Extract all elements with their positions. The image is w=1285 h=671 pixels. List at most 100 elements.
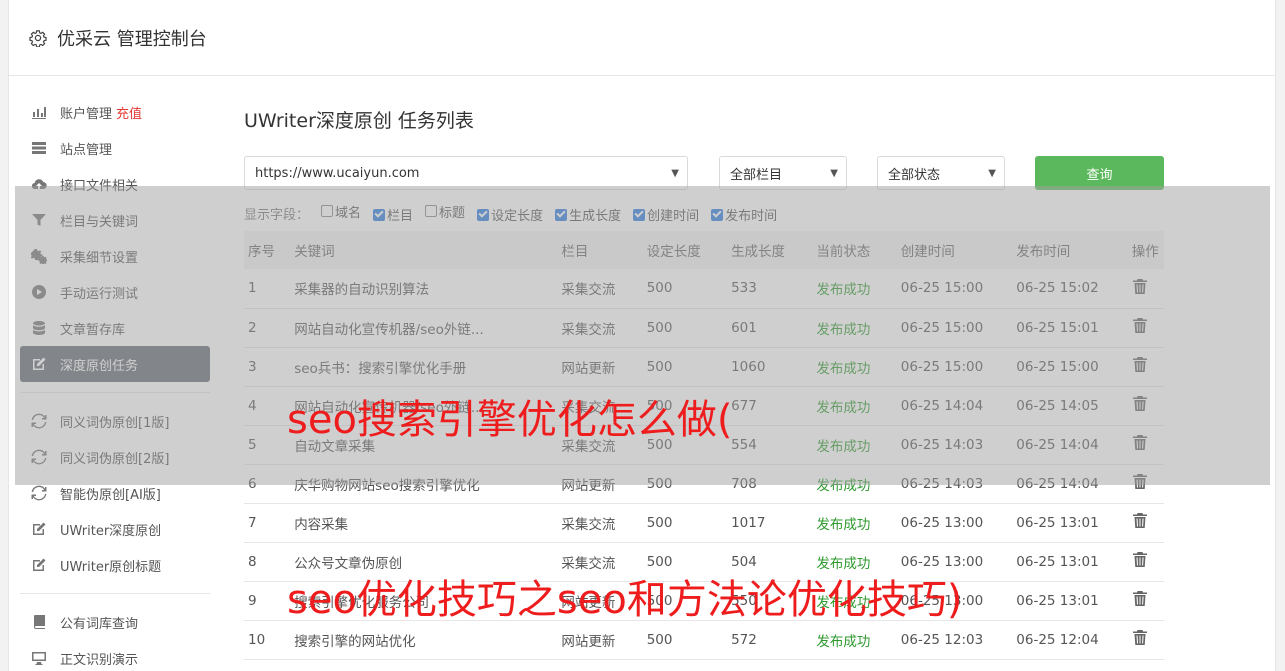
trash-icon[interactable]	[1132, 356, 1148, 373]
checkbox-box[interactable]	[373, 208, 386, 221]
trash-icon[interactable]	[1132, 551, 1148, 568]
row-index: 8	[248, 553, 257, 570]
checkbox-box[interactable]	[555, 208, 568, 221]
row-published: 06-25 14:04	[1016, 475, 1099, 492]
row-actions	[1128, 347, 1164, 386]
trash-icon[interactable]	[1132, 629, 1148, 646]
sidebar-item[interactable]: 账户管理 充值	[20, 94, 210, 130]
trash-icon[interactable]	[1132, 317, 1148, 334]
play-circle-icon	[30, 283, 48, 301]
sidebar-item[interactable]: UWriter原创标题	[20, 547, 210, 583]
sidebar-item[interactable]: 接口文件相关	[20, 166, 210, 202]
field-checkbox[interactable]: 栏目	[373, 205, 413, 224]
sidebar-item-label: 智能伪原创[AI版]	[60, 487, 161, 503]
sidebar-item[interactable]: 公有词库查询	[20, 604, 210, 640]
sidebar-item-label: 深度原创任务	[60, 358, 139, 374]
row-gen-length: 677	[731, 397, 757, 414]
row-index: 4	[248, 397, 257, 414]
bar-chart-icon	[30, 103, 48, 121]
row-index: 7	[248, 514, 257, 531]
checkbox-box[interactable]	[711, 208, 724, 221]
row-keyword[interactable]: 采集器的自动识别算法	[290, 269, 557, 308]
row-index: 9	[248, 592, 257, 609]
sidebar-item-label: 账户管理	[60, 106, 113, 122]
filter-icon	[30, 211, 48, 229]
row-actions	[1128, 386, 1164, 425]
cloud-upload-icon	[30, 175, 48, 193]
row-status: 发布成功	[816, 633, 871, 650]
sidebar-item[interactable]: 同义词伪原创[1版]	[20, 403, 210, 439]
chevron-down-icon: ▼	[988, 167, 996, 179]
trash-icon[interactable]	[1132, 395, 1148, 412]
query-button[interactable]: 查询	[1035, 156, 1164, 190]
trash-icon[interactable]	[1132, 590, 1148, 607]
field-checkbox[interactable]: 设定长度	[477, 205, 543, 224]
chevron-down-icon: ▼	[671, 167, 679, 179]
sidebar-item[interactable]: 深度原创任务	[20, 346, 210, 382]
monitor-icon	[30, 649, 48, 667]
status-select[interactable]: 全部状态 ▼	[877, 156, 1005, 190]
field-checkbox[interactable]: 域名	[321, 202, 361, 221]
row-keyword[interactable]: 庆华购物网站seo搜索引擎优化	[290, 464, 557, 503]
field-checkbox[interactable]: 标题	[425, 202, 465, 221]
row-created: 06-25 15:00	[900, 280, 984, 297]
checkbox-box[interactable]	[321, 205, 334, 218]
row-keyword[interactable]: 内容采集	[290, 503, 557, 542]
column-header: 操作	[1131, 244, 1159, 260]
display-fields: 显示字段： 域名 栏目 标题 设定长度 生成长度 创建时间 发布时间	[244, 202, 1164, 224]
site-select[interactable]: https://www.ucaiyun.com ▼	[244, 156, 688, 190]
checkbox-box[interactable]	[425, 205, 438, 218]
field-checkbox-label: 域名	[335, 205, 362, 221]
edit-icon	[30, 556, 48, 574]
column-select[interactable]: 全部栏目 ▼	[719, 156, 847, 190]
field-checkbox[interactable]: 发布时间	[711, 205, 777, 224]
sidebar-item[interactable]: 同义词伪原创[2版]	[20, 439, 210, 475]
sidebar-item[interactable]: 智能伪原创[AI版]	[20, 475, 210, 511]
database-icon	[30, 319, 48, 337]
sidebar-item-label: 同义词伪原创[1版]	[60, 415, 170, 431]
sidebar-item-label: 采集细节设置	[60, 250, 139, 266]
sidebar-item-label: 正文识别演示	[60, 652, 139, 668]
row-gen-length: 554	[731, 436, 757, 453]
sidebar-item-label: UWriter深度原创	[60, 523, 162, 539]
sidebar-item[interactable]: 站点管理	[20, 130, 210, 166]
row-index: 1	[248, 280, 257, 297]
checkbox-box[interactable]	[633, 208, 646, 221]
column-header: 当前状态	[816, 244, 871, 260]
row-index: 6	[248, 475, 257, 492]
server-icon	[30, 139, 48, 157]
row-gen-length: 1017	[731, 514, 766, 531]
sidebar-item[interactable]: 文章暂存库	[20, 310, 210, 346]
row-actions	[1128, 269, 1164, 308]
status-select-value: 全部状态	[888, 167, 941, 183]
field-checkbox[interactable]: 创建时间	[633, 205, 699, 224]
sidebar-item[interactable]: 正文识别演示	[20, 640, 210, 671]
row-actions	[1128, 464, 1164, 503]
row-keyword[interactable]: 搜索引擎的网站优化	[290, 620, 557, 659]
field-checkbox-label: 生成长度	[569, 209, 622, 225]
trash-icon[interactable]	[1132, 434, 1148, 451]
edit-icon	[30, 520, 48, 538]
row-actions	[1128, 425, 1164, 464]
sidebar-item[interactable]: 采集细节设置	[20, 238, 210, 274]
trash-icon[interactable]	[1132, 473, 1148, 490]
row-created: 06-25 15:00	[900, 319, 984, 336]
sidebar: 账户管理 充值 站点管理 接口文件相关 栏目与关键词 采集细节设置 手动运行测试 文章暂存库深…	[20, 94, 210, 671]
row-index: 2	[248, 319, 257, 336]
row-column: 采集交流	[561, 321, 616, 338]
trash-icon[interactable]	[1132, 512, 1148, 529]
row-index: 5	[248, 436, 257, 453]
row-created: 06-25 14:04	[900, 397, 984, 414]
recharge-link[interactable]: 充值	[116, 103, 142, 122]
trash-icon[interactable]	[1132, 278, 1148, 295]
sidebar-item[interactable]: 手动运行测试	[20, 274, 210, 310]
checkbox-box[interactable]	[477, 208, 490, 221]
row-published: 06-25 13:01	[1016, 553, 1099, 570]
row-keyword[interactable]: seo兵书：搜索引擎优化手册	[290, 347, 557, 386]
row-actions	[1128, 308, 1164, 347]
field-checkbox[interactable]: 生成长度	[555, 205, 621, 224]
sidebar-item[interactable]: UWriter深度原创	[20, 511, 210, 547]
sidebar-item[interactable]: 栏目与关键词	[20, 202, 210, 238]
row-created: 06-25 15:00	[900, 358, 984, 375]
row-keyword[interactable]: 网站自动化宣传机器/seo外链...	[290, 308, 557, 347]
